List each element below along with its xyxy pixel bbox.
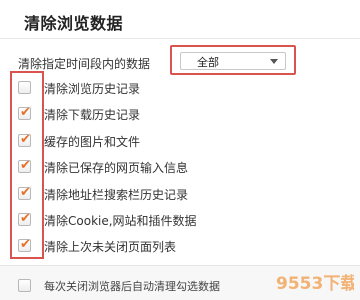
checkbox[interactable]: ✔ [18, 105, 31, 120]
option-unclosed-pages[interactable]: ✔ 清除上次未关闭页面列表 [18, 236, 318, 256]
checkbox[interactable]: ✔ [18, 158, 31, 173]
option-label: 缓存的图片和文件 [44, 135, 141, 149]
dialog-title: 清除浏览数据 [24, 14, 124, 33]
checkmark-icon: ✔ [20, 158, 31, 173]
time-range-highlight: 全部 [170, 45, 296, 75]
checkmark-icon: ✔ [20, 237, 31, 252]
time-range-select[interactable]: 全部 [180, 52, 286, 70]
option-address-bar-history[interactable]: ✔ 清除地址栏搜索栏历史记录 [18, 184, 318, 204]
title-divider [0, 38, 360, 39]
option-label: 清除Cookie,网站和插件数据 [44, 214, 197, 228]
option-label: 清除已保存的网页输入信息 [44, 161, 189, 175]
option-label: 清除浏览历史记录 [44, 82, 141, 96]
checkbox[interactable]: ✔ [18, 185, 31, 200]
checkmark-icon: ✔ [20, 132, 31, 147]
option-label: 清除下载历史记录 [44, 108, 141, 122]
chevron-down-icon[interactable] [270, 59, 278, 64]
checkbox[interactable] [18, 81, 31, 94]
option-cached-files[interactable]: ✔ 缓存的图片和文件 [18, 131, 318, 151]
option-clear-downloads[interactable]: ✔ 清除下载历史记录 [18, 104, 318, 124]
checkbox[interactable]: ✔ [18, 211, 31, 226]
option-label: 清除地址栏搜索栏历史记录 [44, 188, 189, 202]
checkmark-icon: ✔ [20, 211, 31, 226]
checkmark-icon: ✔ [20, 185, 31, 200]
auto-clear-checkbox[interactable] [18, 279, 31, 292]
option-clear-history[interactable]: 清除浏览历史记录 [18, 78, 318, 98]
checkmark-icon: ✔ [20, 105, 31, 120]
option-cookies[interactable]: ✔ 清除Cookie,网站和插件数据 [18, 210, 318, 230]
checkbox[interactable]: ✔ [18, 132, 31, 147]
checkbox[interactable]: ✔ [18, 237, 31, 252]
time-range-value: 全部 [197, 56, 219, 69]
watermark-text: 9553下载 [276, 273, 354, 294]
watermark-logo: 9553下载 [276, 273, 354, 294]
option-label: 清除上次未关闭页面列表 [44, 240, 177, 254]
auto-clear-label: 每次关闭浏览器后自动清理勾选数据 [44, 280, 220, 293]
option-form-data[interactable]: ✔ 清除已保存的网页输入信息 [18, 157, 318, 177]
time-range-label: 清除指定时间段内的数据 [18, 57, 151, 71]
